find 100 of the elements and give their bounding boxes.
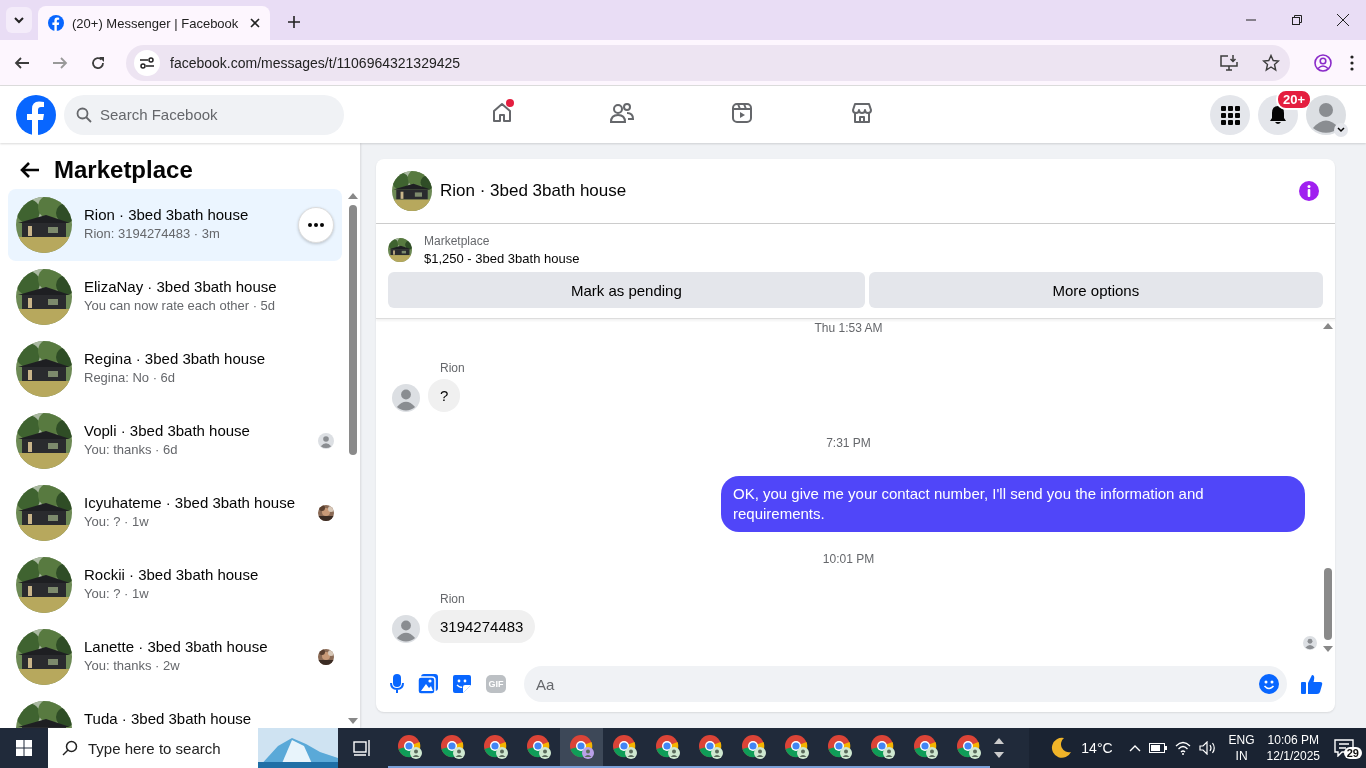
browser-tab[interactable]: (20+) Messenger | Facebook bbox=[38, 6, 270, 40]
more-icon bbox=[308, 223, 324, 227]
message-field[interactable]: Aa bbox=[524, 666, 1287, 702]
message-preview: You: ? · 1w bbox=[84, 514, 150, 529]
conversation-item[interactable]: Rion · 3bed 3bath house Rion: 3194274483 · 3m bbox=[8, 189, 342, 261]
tab-list-button[interactable] bbox=[6, 7, 32, 33]
search-icon bbox=[62, 740, 78, 756]
section-title: Marketplace bbox=[54, 156, 193, 184]
browser-icon bbox=[740, 734, 767, 760]
browser-icon bbox=[955, 734, 982, 760]
close-icon bbox=[1337, 14, 1349, 26]
conversation-title: Lanette · 3bed 3bath house bbox=[84, 638, 269, 655]
plus-icon bbox=[288, 16, 300, 28]
search-icon bbox=[76, 106, 92, 123]
timestamp: 7:31 PM bbox=[825, 436, 872, 452]
avatar-icon bbox=[1306, 94, 1346, 135]
install-app-icon[interactable] bbox=[1220, 54, 1238, 71]
speaker-icon[interactable] bbox=[1198, 741, 1217, 755]
conversation-item[interactable]: Rockii · 3bed 3bath house You: ? · 1w bbox=[8, 549, 342, 621]
search-field[interactable]: Search Facebook bbox=[64, 94, 344, 135]
minimize-icon bbox=[1246, 19, 1256, 21]
sender-name: Rion bbox=[440, 592, 466, 606]
sender-name: Rion bbox=[440, 361, 466, 375]
action-button[interactable]: More options bbox=[868, 272, 1323, 308]
conversation-title: Rion · 3bed 3bath house bbox=[84, 206, 250, 223]
timestamp: Thu 1:53 AM bbox=[813, 321, 884, 337]
facebook-logo-icon bbox=[48, 15, 64, 31]
restore-icon bbox=[1292, 15, 1302, 25]
browser-icon bbox=[912, 734, 939, 760]
timestamp: 10:01 PM bbox=[821, 552, 876, 568]
conversation-item[interactable]: Icyuhateme · 3bed 3bath house You: ? · 1w bbox=[8, 477, 342, 549]
back-button[interactable] bbox=[20, 161, 40, 179]
facebook-logo-icon[interactable] bbox=[16, 94, 56, 135]
wifi-icon[interactable] bbox=[1174, 741, 1191, 755]
message-preview: Regina: No · 6d bbox=[84, 370, 177, 385]
sticker-icon bbox=[452, 674, 472, 694]
account-button[interactable] bbox=[1306, 94, 1346, 135]
browser-icon bbox=[396, 734, 423, 760]
language-code[interactable]: ENG bbox=[1228, 732, 1255, 748]
browser-icon bbox=[783, 734, 810, 760]
like-button[interactable] bbox=[1301, 674, 1323, 694]
conversation-item[interactable]: ElizaNay · 3bed 3bath house You can now rate each other · 5d bbox=[8, 261, 342, 333]
conversation-item[interactable]: Regina · 3bed 3bath house Regina: No · 6d bbox=[8, 333, 342, 405]
action-button[interactable]: Mark as pending bbox=[388, 272, 865, 308]
windows-logo-icon bbox=[16, 740, 32, 756]
conversation-title: Vopli · 3bed 3bath house bbox=[84, 422, 251, 439]
notification-count: 29 bbox=[1343, 747, 1362, 759]
close-icon[interactable] bbox=[250, 18, 260, 28]
home-icon bbox=[490, 101, 514, 125]
message-preview: You: thanks · 6d bbox=[84, 442, 179, 457]
moon-icon bbox=[1049, 736, 1074, 760]
conversation-title: Icyuhateme · 3bed 3bath house bbox=[84, 494, 296, 511]
browser-icon bbox=[482, 734, 509, 760]
address-bar[interactable]: facebook.com/messages/t/1106964321329425 bbox=[126, 44, 1290, 81]
sticker-button[interactable] bbox=[452, 674, 472, 694]
site-settings-icon[interactable] bbox=[134, 49, 160, 76]
clock-time[interactable]: 10:06 PM bbox=[1267, 732, 1319, 748]
browser-icon bbox=[654, 734, 681, 760]
microphone-icon bbox=[390, 674, 404, 694]
browser-icon bbox=[568, 734, 595, 760]
message-preview: Rion: 3194274483 · 3m bbox=[84, 226, 221, 241]
browser-icon bbox=[611, 734, 638, 760]
profile-icon[interactable] bbox=[1314, 53, 1332, 72]
message-preview: You can now rate each other · 5d bbox=[84, 298, 277, 313]
battery-icon[interactable] bbox=[1148, 743, 1167, 753]
browser-icon bbox=[439, 734, 466, 760]
reload-icon bbox=[90, 54, 106, 71]
friends-icon bbox=[609, 101, 635, 125]
more-button[interactable] bbox=[298, 207, 334, 243]
back-arrow-icon bbox=[14, 54, 30, 71]
clock-date[interactable]: 12/1/2025 bbox=[1266, 748, 1320, 764]
taskbar-app[interactable] bbox=[560, 728, 603, 768]
grid-icon bbox=[1220, 104, 1240, 125]
taskbar-search-field[interactable]: Type here to search bbox=[48, 728, 258, 768]
store-icon bbox=[850, 101, 874, 125]
info-icon[interactable] bbox=[1299, 181, 1319, 201]
menu-icon[interactable] bbox=[1350, 54, 1354, 71]
conversation-item[interactable]: Lanette · 3bed 3bath house You: thanks · 2w bbox=[8, 621, 342, 693]
conversation-item[interactable]: Vopli · 3bed 3bath house You: thanks · 6d bbox=[8, 405, 342, 477]
chevron-up-icon[interactable] bbox=[1128, 744, 1141, 752]
video-icon bbox=[730, 101, 754, 125]
message-bubble: 3194274483 bbox=[428, 610, 536, 643]
notification-badge: 20+ bbox=[1275, 88, 1312, 110]
message-preview: You: ? · 1w bbox=[84, 586, 150, 601]
photo-button[interactable] bbox=[418, 674, 438, 694]
bookmark-star-icon[interactable] bbox=[1262, 53, 1280, 72]
browser-icon bbox=[869, 734, 896, 760]
listing-source: Marketplace bbox=[424, 234, 491, 248]
conversation-title: ElizaNay · 3bed 3bath house bbox=[84, 278, 278, 295]
chat-title: Rion · 3bed 3bath house bbox=[440, 181, 628, 201]
menu-button[interactable] bbox=[1210, 94, 1250, 135]
seen-avatar-icon bbox=[1303, 636, 1317, 650]
taskbar-scroll[interactable] bbox=[993, 738, 1005, 758]
voice-clip-button[interactable] bbox=[390, 674, 404, 694]
conversation-title: Tuda · 3bed 3bath house bbox=[84, 710, 253, 727]
message-bubble: OK, you give me your contact number, I'll send you the information and requirements. bbox=[721, 476, 1305, 532]
emoji-icon[interactable] bbox=[1259, 674, 1279, 694]
region-code[interactable]: IN bbox=[1235, 748, 1248, 764]
message-preview: You: thanks · 2w bbox=[84, 658, 181, 673]
message-bubble: ? bbox=[428, 379, 461, 412]
